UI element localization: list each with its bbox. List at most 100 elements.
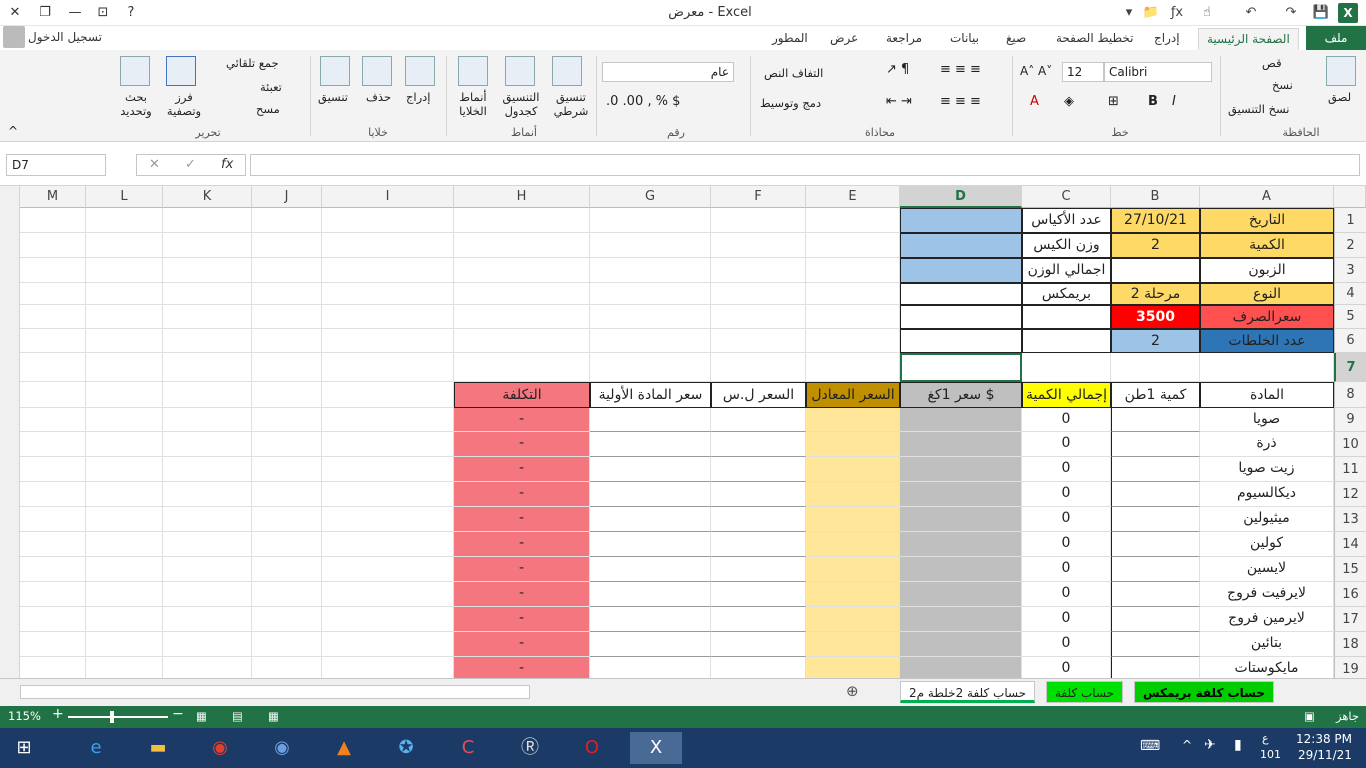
row-header-13[interactable]: 13: [1334, 507, 1366, 532]
cell-a17[interactable]: لايرمين فروج: [1200, 607, 1334, 632]
cell-a15[interactable]: لايسين: [1200, 557, 1334, 582]
cell-d1[interactable]: [900, 208, 1022, 233]
cell-e9[interactable]: [806, 408, 900, 432]
cell-m16[interactable]: [20, 582, 86, 607]
cell-j11[interactable]: [252, 457, 322, 482]
cell-h18[interactable]: -: [454, 632, 590, 657]
cell-d12[interactable]: [900, 482, 1022, 507]
cell-l11[interactable]: [86, 457, 163, 482]
cell-e4[interactable]: [806, 283, 900, 305]
cell-g15[interactable]: [590, 557, 711, 582]
cell-b19[interactable]: [1111, 657, 1200, 678]
cell-l2[interactable]: [86, 233, 163, 258]
cell-m7[interactable]: [20, 353, 86, 382]
cell-d17[interactable]: [900, 607, 1022, 632]
cell-d14[interactable]: [900, 532, 1022, 557]
cell-l19[interactable]: [86, 657, 163, 678]
cell-e19[interactable]: [806, 657, 900, 678]
format-as-table-icon[interactable]: [505, 56, 535, 86]
cell-f1[interactable]: [711, 208, 806, 233]
row-header-17[interactable]: 17: [1334, 607, 1366, 632]
cell-h9[interactable]: -: [454, 408, 590, 432]
keyboard-icon[interactable]: ⌨: [1140, 738, 1160, 754]
tab-data[interactable]: بيانات: [942, 28, 987, 50]
cell-l9[interactable]: [86, 408, 163, 432]
cell-m19[interactable]: [20, 657, 86, 678]
tab-formulas[interactable]: صيغ: [998, 28, 1034, 50]
tab-developer[interactable]: المطور: [764, 28, 816, 50]
cell-g10[interactable]: [590, 432, 711, 457]
row-header-5[interactable]: 5: [1334, 305, 1366, 329]
cell-f16[interactable]: [711, 582, 806, 607]
cell-h4[interactable]: [454, 283, 590, 305]
cell-c9[interactable]: 0: [1022, 408, 1111, 432]
sync-app-icon[interactable]: ✪: [386, 732, 426, 764]
cell-k4[interactable]: [163, 283, 252, 305]
cell-styles-icon[interactable]: [458, 56, 488, 86]
cell-e5[interactable]: [806, 305, 900, 329]
save-icon[interactable]: 💾: [1310, 3, 1332, 23]
cell-h12[interactable]: -: [454, 482, 590, 507]
cell-i17[interactable]: [322, 607, 454, 632]
cell-j5[interactable]: [252, 305, 322, 329]
fill-color-button[interactable]: ◈: [1064, 94, 1074, 109]
cell-c19[interactable]: 0: [1022, 657, 1111, 678]
cell-i19[interactable]: [322, 657, 454, 678]
cell-e16[interactable]: [806, 582, 900, 607]
cell-m5[interactable]: [20, 305, 86, 329]
italic-button[interactable]: I: [1172, 94, 1176, 109]
cell-d19[interactable]: [900, 657, 1022, 678]
cell-e2[interactable]: [806, 233, 900, 258]
cell-a1[interactable]: التاريخ: [1200, 208, 1334, 233]
cell-f7[interactable]: [711, 353, 806, 382]
column-header-c[interactable]: C: [1022, 186, 1111, 208]
cell-c18[interactable]: 0: [1022, 632, 1111, 657]
cell-j8[interactable]: [252, 382, 322, 408]
cell-h8[interactable]: التكلفة: [454, 382, 590, 408]
cell-b6[interactable]: 2: [1111, 329, 1200, 353]
zoom-level[interactable]: 115%: [8, 709, 41, 723]
battery-icon[interactable]: ▮: [1234, 737, 1242, 753]
column-header-e[interactable]: E: [806, 186, 900, 208]
language-indicator[interactable]: ع: [1262, 732, 1269, 745]
enter-icon[interactable]: ✓: [185, 157, 196, 172]
cell-l17[interactable]: [86, 607, 163, 632]
cell-j9[interactable]: [252, 408, 322, 432]
cell-k8[interactable]: [163, 382, 252, 408]
cell-i12[interactable]: [322, 482, 454, 507]
cell-l15[interactable]: [86, 557, 163, 582]
excel-taskbar-icon[interactable]: X: [630, 732, 682, 764]
cell-j4[interactable]: [252, 283, 322, 305]
cell-k15[interactable]: [163, 557, 252, 582]
windows-start-icon[interactable]: ⊞: [4, 732, 44, 764]
sheet-tab-1[interactable]: حساب كلفة بريمكس: [1134, 681, 1275, 703]
cell-h10[interactable]: -: [454, 432, 590, 457]
cell-c4[interactable]: بريمكس: [1022, 283, 1111, 305]
cell-a11[interactable]: زيت صويا: [1200, 457, 1334, 482]
cell-h14[interactable]: -: [454, 532, 590, 557]
cell-j14[interactable]: [252, 532, 322, 557]
indent-icons[interactable]: ⇤ ⇥: [886, 94, 912, 109]
cell-i13[interactable]: [322, 507, 454, 532]
conditional-format-icon[interactable]: [552, 56, 582, 86]
cell-styles-button[interactable]: أنماط الخلايا: [452, 90, 494, 118]
cell-k11[interactable]: [163, 457, 252, 482]
cell-c3[interactable]: اجمالي الوزن: [1022, 258, 1111, 283]
cell-m14[interactable]: [20, 532, 86, 557]
close-icon[interactable]: ✕: [4, 3, 26, 23]
cell-a12[interactable]: ديكالسيوم: [1200, 482, 1334, 507]
cell-l7[interactable]: [86, 353, 163, 382]
tab-view[interactable]: عرض: [822, 28, 866, 50]
cell-c2[interactable]: وزن الكيس: [1022, 233, 1111, 258]
zoom-slider-thumb[interactable]: [110, 711, 114, 723]
insert-function-icon[interactable]: fx: [221, 157, 233, 172]
cell-g6[interactable]: [590, 329, 711, 353]
airplane-icon[interactable]: ✈: [1204, 737, 1216, 753]
cell-k14[interactable]: [163, 532, 252, 557]
row-header-12[interactable]: 12: [1334, 482, 1366, 507]
row-header-3[interactable]: 3: [1334, 258, 1366, 283]
cell-m13[interactable]: [20, 507, 86, 532]
cell-j10[interactable]: [252, 432, 322, 457]
cell-c12[interactable]: 0: [1022, 482, 1111, 507]
cell-e6[interactable]: [806, 329, 900, 353]
